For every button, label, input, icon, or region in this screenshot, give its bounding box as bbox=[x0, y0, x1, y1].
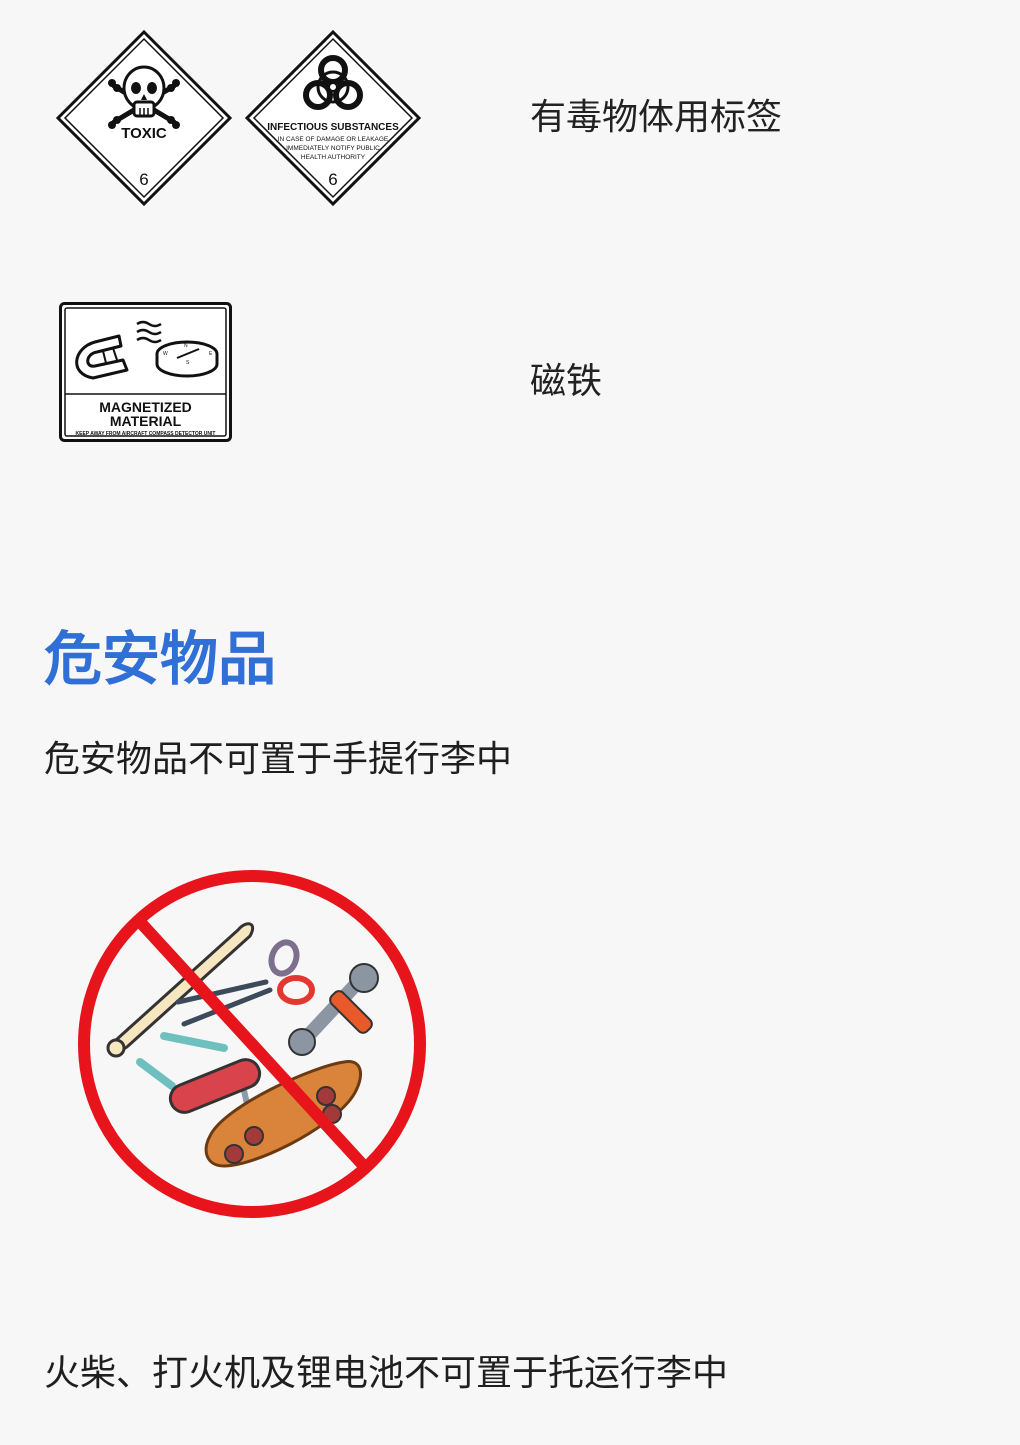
toxic-label-caption: 有毒物体用标签 bbox=[530, 97, 783, 138]
magnetized-sign-line2: MATERIAL bbox=[110, 413, 182, 429]
infectious-sign-title: INFECTIOUS SUBSTANCES bbox=[267, 122, 399, 133]
checked-luggage-rule: 火柴、打火机及锂电池不可置于托运行李中 bbox=[44, 1353, 729, 1394]
hand-luggage-rule: 危安物品不可置于手提行李中 bbox=[44, 739, 513, 780]
infectious-sign-line1: IN CASE OF DAMAGE OR LEAKAGE bbox=[278, 136, 389, 143]
compass-n-text: N bbox=[184, 343, 188, 349]
magnetized-material-sign: W N E S MAGNETIZED MATERIAL KEEP AWAY FR… bbox=[59, 302, 232, 442]
infectious-sign: INFECTIOUS SUBSTANCES IN CASE OF DAMAGE … bbox=[245, 30, 421, 206]
magnet-label-caption: 磁铁 bbox=[530, 361, 603, 402]
infectious-class-number: 6 bbox=[328, 170, 337, 189]
section-title: 危安物品 bbox=[44, 625, 277, 693]
magnetized-sign-line3: KEEP AWAY FROM AIRCRAFT COMPASS DETECTOR… bbox=[76, 431, 216, 437]
toxic-sign: TOXIC 6 bbox=[56, 30, 232, 206]
infectious-sign-line3: HEALTH AUTHORITY bbox=[301, 154, 366, 161]
prohibited-items-illustration bbox=[78, 870, 426, 1218]
toxic-class-number: 6 bbox=[139, 170, 148, 189]
toxic-sign-text: TOXIC bbox=[121, 125, 167, 142]
compass-w-text: W bbox=[163, 351, 168, 357]
infectious-sign-line2: IMMEDIATELY NOTIFY PUBLIC bbox=[286, 145, 380, 152]
compass-icon: W N E S bbox=[155, 340, 219, 378]
